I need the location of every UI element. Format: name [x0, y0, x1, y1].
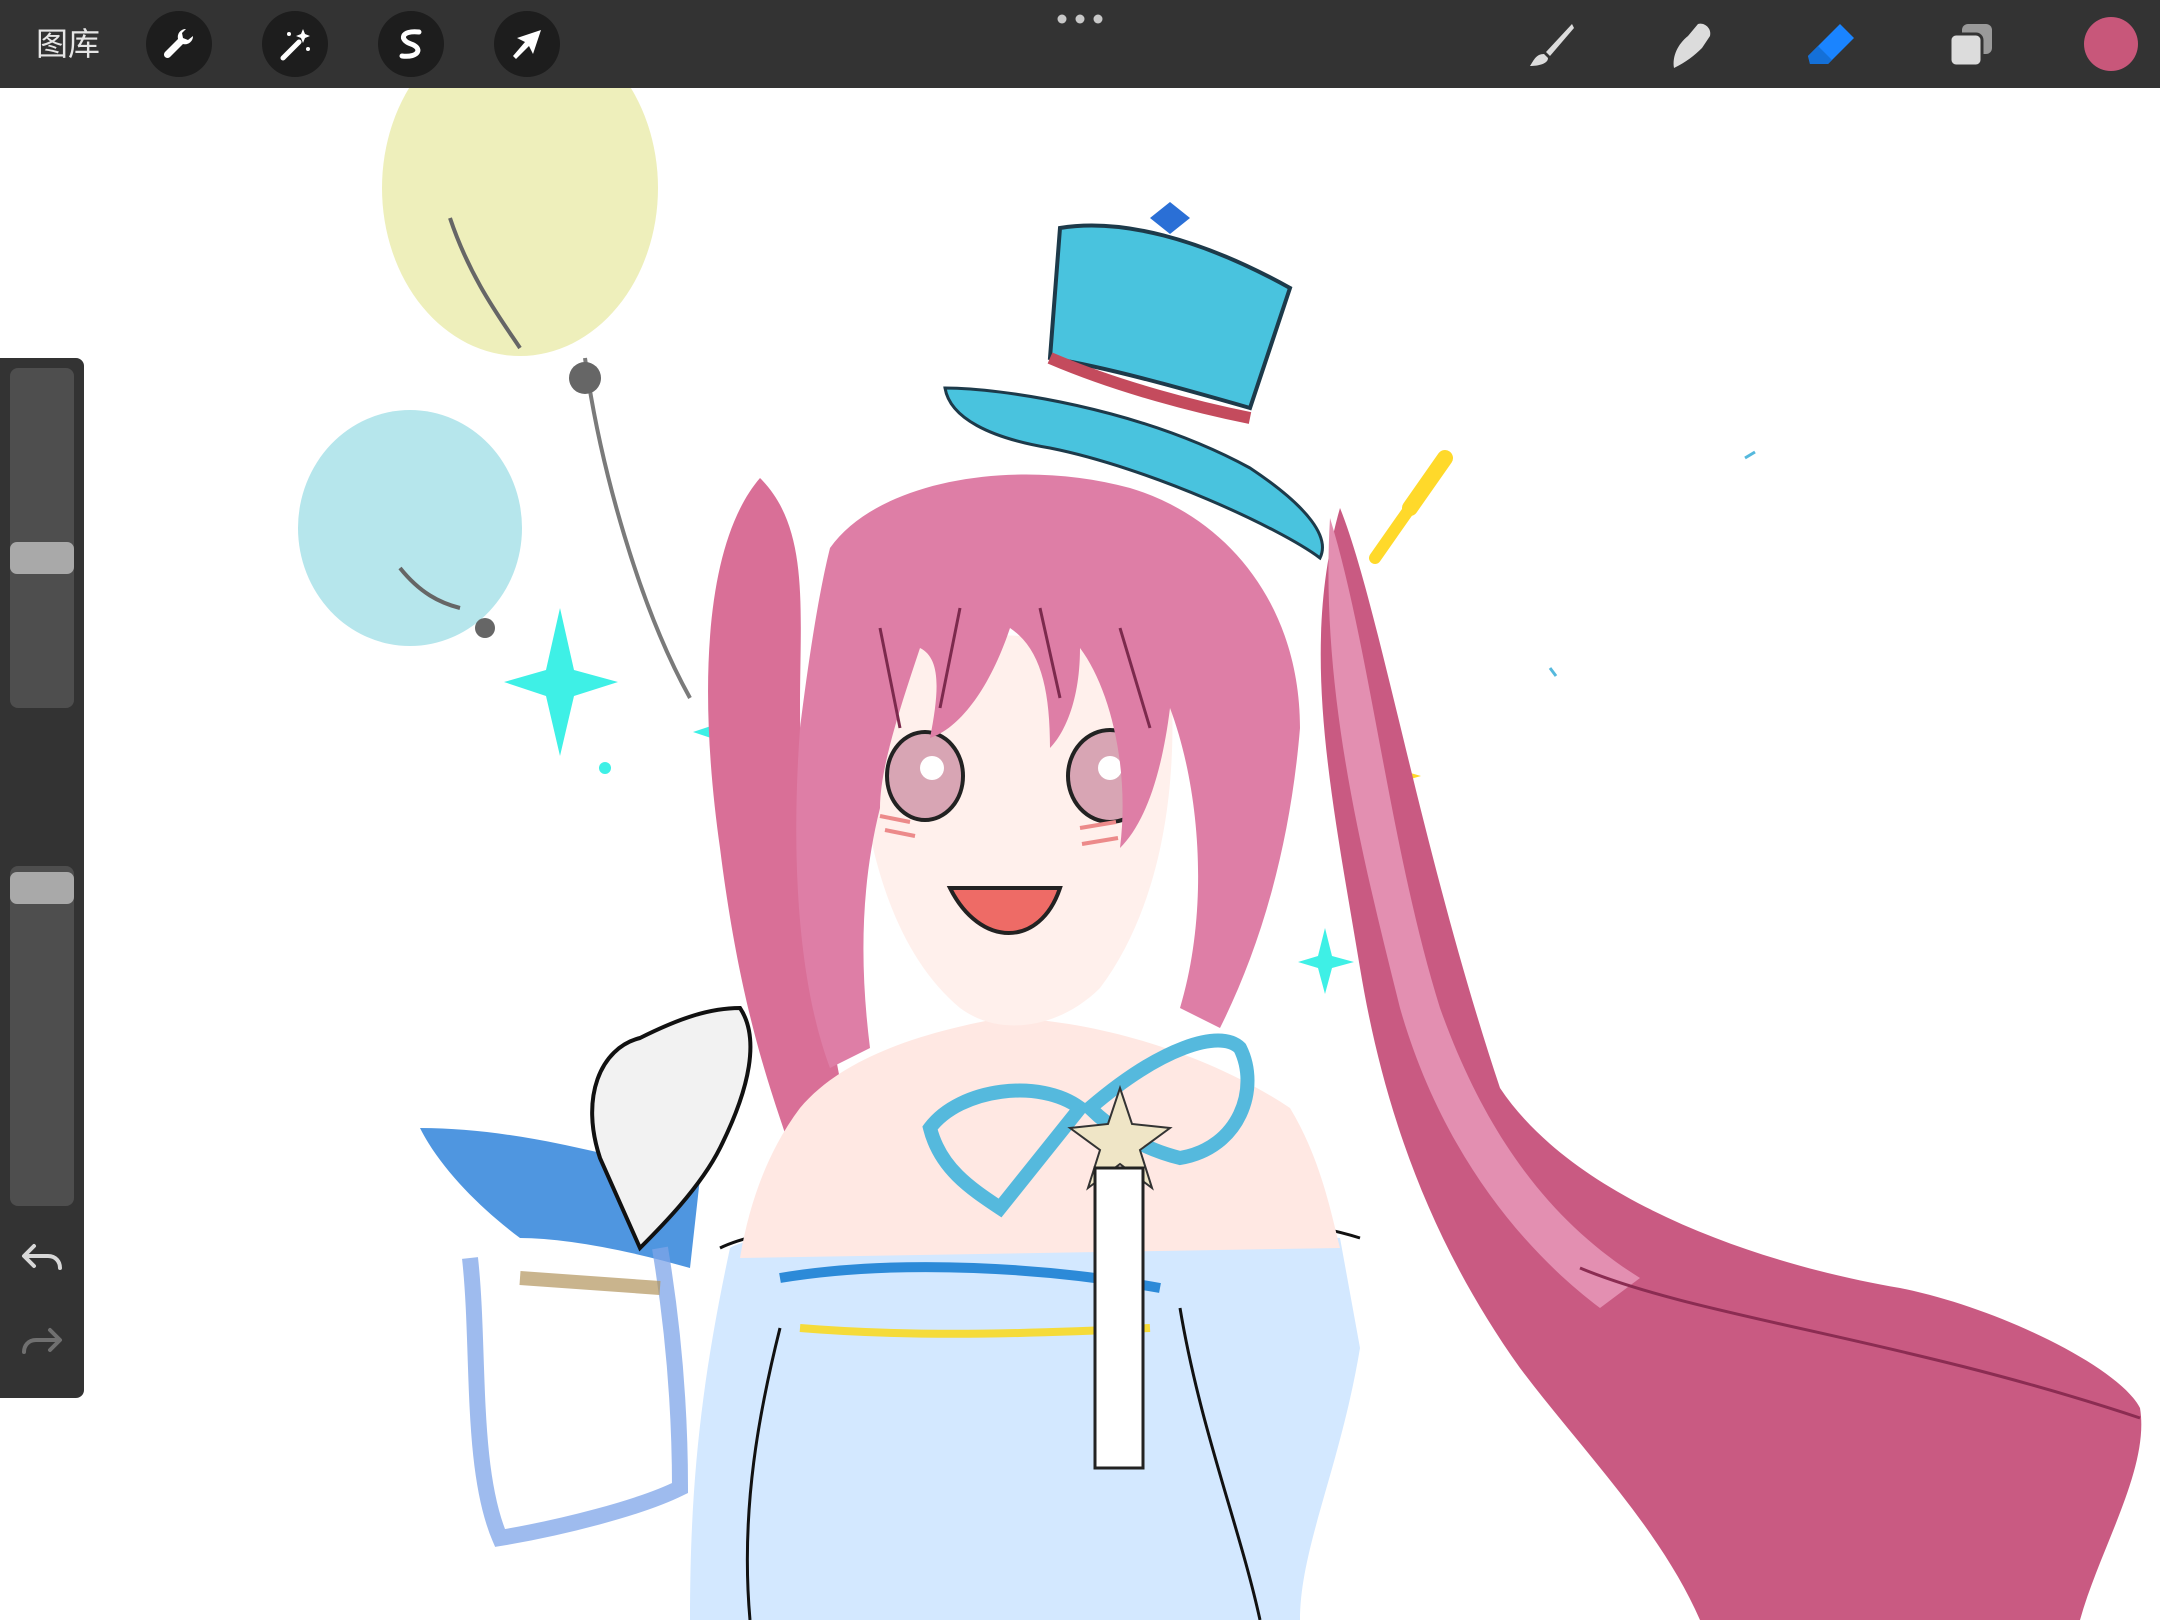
- layers-icon[interactable]: [1944, 18, 1998, 72]
- smudge-icon[interactable]: [1664, 18, 1718, 72]
- drawing-canvas[interactable]: [0, 88, 2160, 1620]
- transform-arrow-icon[interactable]: [494, 11, 560, 77]
- hair-twintail-right: [1320, 508, 2142, 1620]
- blue-balloon: [298, 410, 522, 646]
- brush-icon[interactable]: [1524, 18, 1578, 72]
- opacity-thumb[interactable]: [10, 872, 74, 904]
- wrench-icon[interactable]: [146, 11, 212, 77]
- magic-wand-icon[interactable]: [262, 11, 328, 77]
- more-dots-icon[interactable]: [1056, 12, 1104, 26]
- top-toolbar: 图库: [0, 0, 2160, 88]
- brush-size-slider[interactable]: [10, 368, 74, 708]
- selection-s-icon[interactable]: [378, 11, 444, 77]
- undo-icon[interactable]: [20, 1238, 64, 1278]
- gallery-button[interactable]: 图库: [36, 22, 100, 66]
- redo-icon[interactable]: [20, 1322, 64, 1362]
- brush-size-thumb[interactable]: [10, 542, 74, 574]
- opacity-slider[interactable]: [10, 866, 74, 1206]
- dress: [690, 1206, 1361, 1620]
- left-sidebar: [0, 358, 84, 1398]
- eraser-icon[interactable]: [1804, 18, 1858, 72]
- color-picker-swatch[interactable]: [2084, 17, 2138, 71]
